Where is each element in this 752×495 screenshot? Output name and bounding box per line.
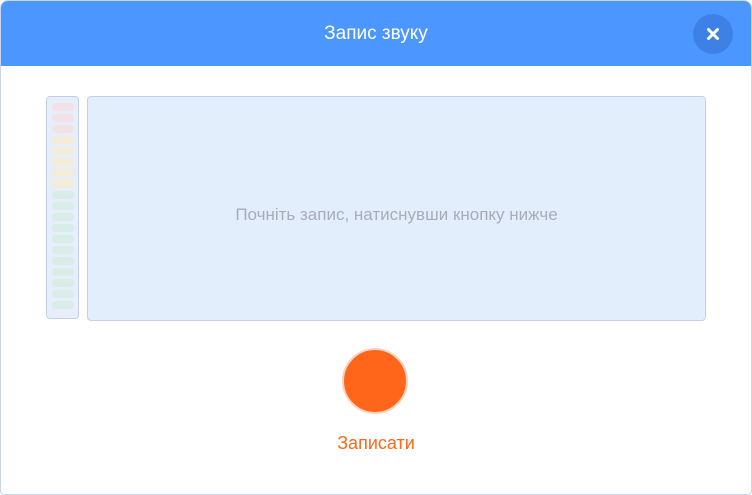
volume-meter-segment [52,180,74,188]
close-button[interactable] [693,14,733,54]
volume-meter-segment [52,147,74,155]
volume-meter-segment [52,136,74,144]
close-icon [707,28,719,40]
dialog-header: Запис звуку [1,1,751,66]
volume-meter-segment [52,114,74,122]
recording-hint: Почніть запис, натиснувши кнопку нижче [235,205,558,224]
volume-meter-segment [52,169,74,177]
record-button[interactable] [342,348,408,414]
dialog-title: Запис звуку [324,23,428,44]
volume-meter-segment [52,213,74,221]
volume-meter-segment [52,103,74,111]
volume-meter-segment [52,158,74,166]
volume-meter-segment [52,224,74,232]
volume-meter-segment [52,202,74,210]
volume-meter-segment [52,257,74,265]
volume-meter-segment [52,279,74,287]
volume-meter-segment [52,125,74,133]
volume-meter-segment [52,290,74,298]
volume-meter [46,96,79,319]
volume-meter-segment [52,235,74,243]
volume-meter-segment [52,268,74,276]
sound-recording-dialog: Запис звуку Почніть запис, натиснувши кн… [0,0,752,495]
volume-meter-segment [52,246,74,254]
volume-meter-segment [52,191,74,199]
record-button-label[interactable]: Записати [301,432,451,454]
waveform-display: Почніть запис, натиснувши кнопку нижче [87,96,706,321]
volume-meter-segment [52,301,74,309]
